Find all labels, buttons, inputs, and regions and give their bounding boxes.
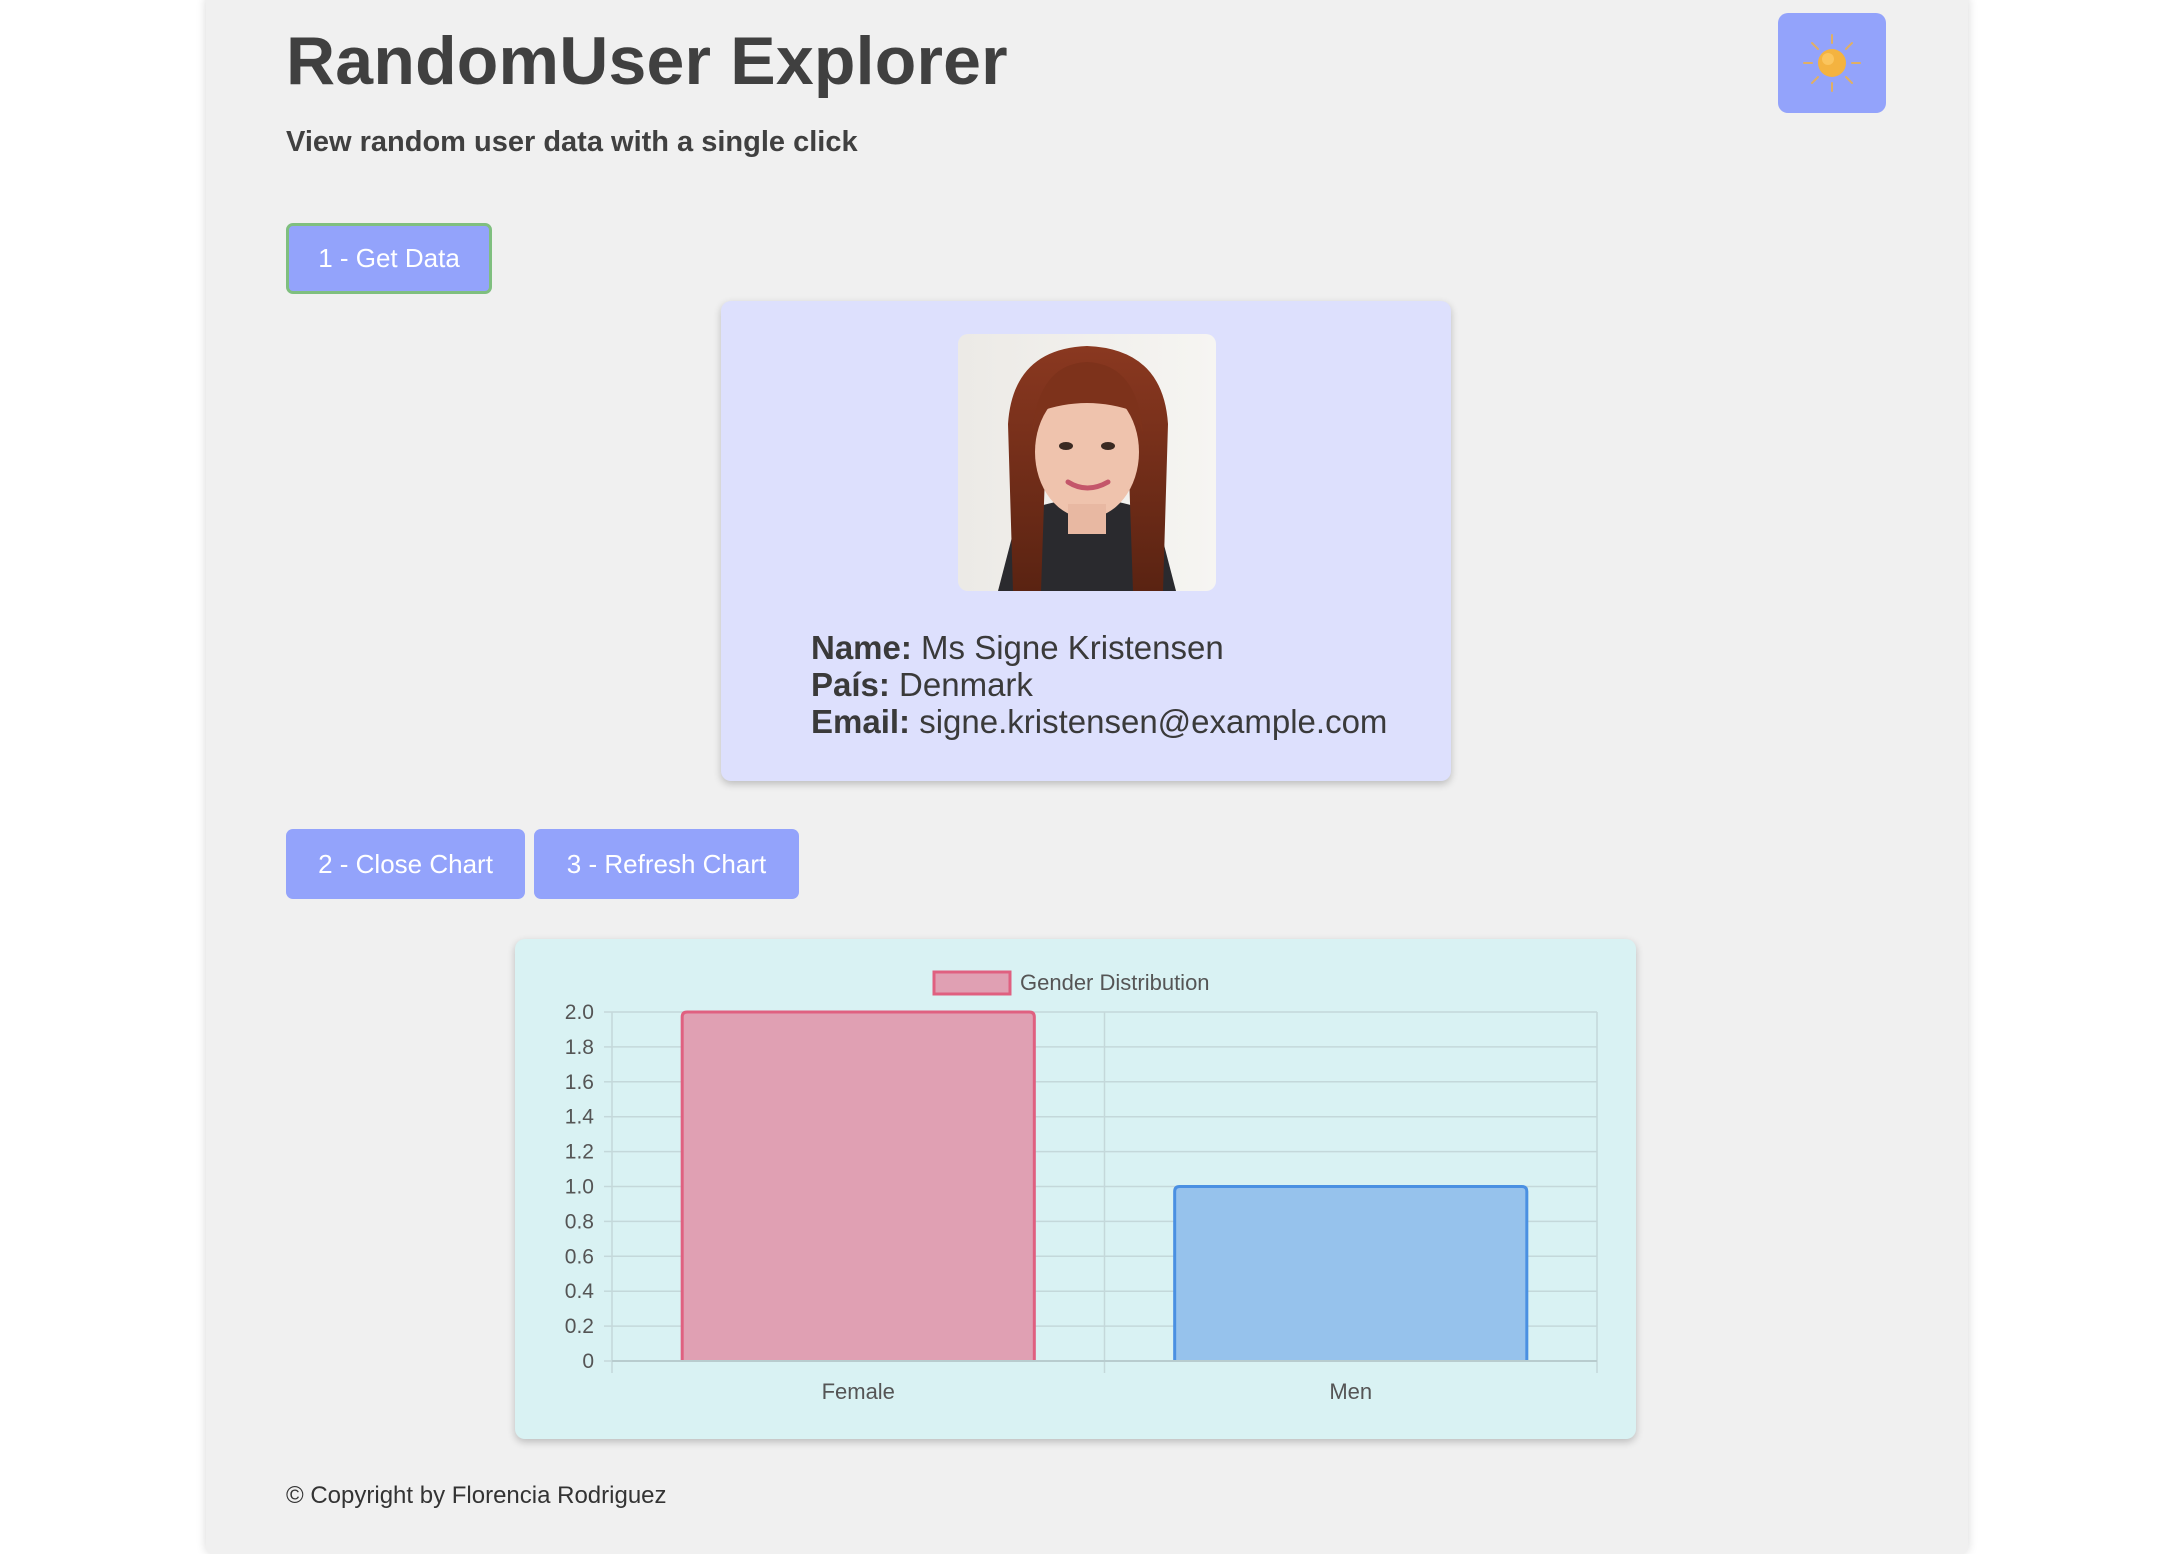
y-tick-label: 1.2 [565,1141,594,1164]
user-country-row: País: Denmark [811,666,1387,703]
user-name: Ms Signe Kristensen [921,629,1224,666]
user-country: Denmark [899,666,1033,703]
email-label: Email: [811,703,911,740]
legend-label: Gender Distribution [1020,970,1210,995]
page-title: RandomUser Explorer [286,23,1008,99]
y-tick-label: 2.0 [565,1001,594,1024]
x-tick-label: Men [1329,1379,1372,1404]
y-tick-label: 0.2 [565,1315,594,1338]
y-tick-label: 1.6 [565,1071,594,1094]
user-email-row: Email: signe.kristensen@example.com [811,703,1387,740]
y-tick-label: 0 [582,1350,594,1373]
y-tick-label: 1.8 [565,1036,594,1059]
refresh-chart-button[interactable]: 3 - Refresh Chart [534,829,799,899]
x-tick-label: Female [822,1379,895,1404]
y-tick-label: 0.8 [565,1210,594,1233]
y-tick-label: 1.4 [565,1106,595,1129]
chart-card: Gender Distribution 2.0 1.8 1.6 1.4 1.2 1.0 0.8… [515,939,1636,1439]
y-tick-label: 0.6 [565,1245,594,1268]
legend-swatch [932,970,1012,996]
theme-toggle-button[interactable] [1778,13,1886,113]
user-card: Name: Ms Signe Kristensen País: Denmark … [721,301,1451,781]
user-photo [958,334,1216,591]
bar-men [1173,1185,1529,1361]
user-name-row: Name: Ms Signe Kristensen [811,629,1387,666]
name-label: Name: [811,629,912,666]
user-info: Name: Ms Signe Kristensen País: Denmark … [811,629,1387,740]
bar-female [680,1010,1036,1361]
y-tick-label: 1.0 [565,1176,594,1199]
page-container: RandomUser Explorer View random user dat… [206,0,1968,1554]
close-chart-button[interactable]: 2 - Close Chart [286,829,525,899]
y-tick-label: 0.4 [565,1280,595,1303]
page-subtitle: View random user data with a single clic… [286,126,858,158]
country-label: País: [811,666,890,703]
gender-chart: Gender Distribution 2.0 1.8 1.6 1.4 1.2 1.0 0.8… [565,970,1598,1404]
sun-icon [1803,34,1861,92]
footer-copyright: © Copyright by Florencia Rodriguez [286,1482,667,1509]
get-data-button[interactable]: 1 - Get Data [286,223,492,294]
user-email: signe.kristensen@example.com [919,703,1388,740]
